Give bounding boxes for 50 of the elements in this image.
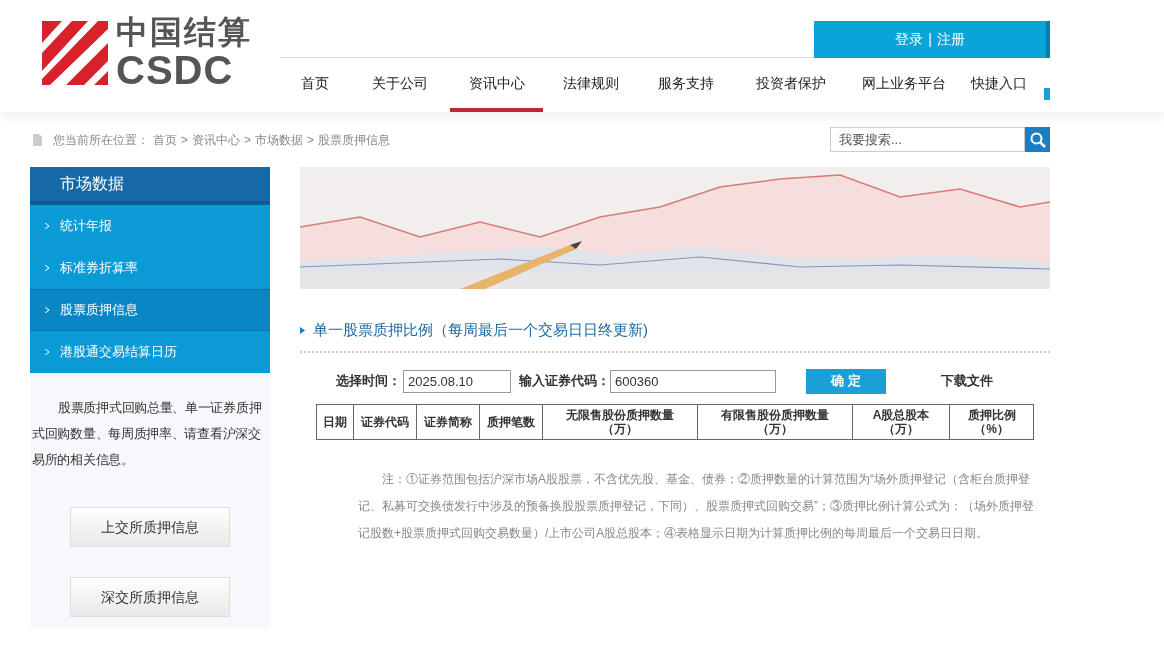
download-link[interactable]: 下载文件 — [941, 371, 993, 391]
chevron-icon — [45, 265, 49, 271]
field-label: 输入证券代码： — [519, 372, 610, 391]
search-field[interactable]: 我要搜索... — [830, 127, 1025, 152]
search-button[interactable] — [1025, 127, 1050, 152]
nav-tab[interactable]: 服务支持 — [638, 58, 733, 112]
arrow-icon — [300, 326, 305, 334]
breadcrumb-separator: > — [181, 131, 188, 149]
column-header: 质押比例（%） — [949, 404, 1034, 439]
date-field[interactable]: 2025.08.10 — [403, 369, 511, 393]
nav-tab[interactable]: 关于公司 — [350, 58, 450, 112]
separator: | — [928, 30, 932, 49]
column-header: A股总股本（万） — [852, 404, 950, 439]
logo-text: 中国结算 — [116, 16, 252, 48]
nav-tab[interactable]: 首页 — [280, 58, 350, 112]
column-header: 无限售股份质押数量（万） — [542, 404, 698, 439]
sidebar-item[interactable]: 股票质押信息 — [30, 289, 270, 331]
breadcrumb-link[interactable]: 资讯中心 — [192, 130, 240, 149]
page-icon — [32, 133, 43, 146]
breadcrumb-link[interactable]: 首页 — [153, 130, 177, 149]
chevron-icon — [45, 307, 49, 313]
section-title: 单一股票质押比例（每周最后一个交易日日终更新) — [313, 320, 648, 340]
nav-tab[interactable]: 快捷入口 — [959, 58, 1039, 112]
breadcrumb-link[interactable]: 股票质押信息 — [318, 130, 391, 149]
exchange-button[interactable]: 上交所质押信息 — [70, 507, 230, 547]
column-header: 证券简称 — [416, 404, 480, 439]
logo-icon — [42, 21, 108, 85]
column-header: 质押笔数 — [479, 404, 543, 439]
search-icon — [1029, 131, 1046, 148]
note-text: 注：①证券范围包括沪深市场A股股票，不含优先股、基金、债券；②质押数量的计算范围为“场外质押登记（含柜台质押登记、私募可交换债发行中涉及的预备换股股票质押登记，下同）、股票质押式回购交易”；③质押比例计算公式为：（场外质押登记股数+股票质押式回购交易数量）/上市公司A股总股本；④表格显示日期为计算质押比例的每周最后一个交易日日期。 — [358, 470, 1034, 542]
sidebar-title: 市场数据 — [30, 167, 270, 205]
field-label: 选择时间： — [336, 372, 401, 391]
breadcrumb-separator: > — [244, 131, 252, 149]
breadcrumb-label: 您当前所在位置： — [53, 131, 149, 149]
nav-tab[interactable]: 网上业务平台 — [849, 58, 959, 112]
column-header: 证券代码 — [353, 404, 417, 439]
breadcrumb-link[interactable]: 市场数据 — [255, 130, 304, 149]
code-field[interactable]: 600360 — [610, 369, 776, 393]
logo-text: CSDC — [116, 50, 235, 90]
nav-tab[interactable]: 法律规则 — [543, 58, 638, 112]
column-header: 有限售股份质押数量（万） — [697, 404, 853, 439]
chevron-icon — [45, 349, 49, 355]
nav-tab[interactable]: 投资者保护 — [733, 58, 849, 112]
sidebar-description: 股票质押式回购总量、单一证券质押式回购数量、每周质押率、请查看沪深交易所的相关信息。 — [31, 400, 263, 469]
bookmark-icon — [1044, 88, 1050, 100]
nav-tab[interactable]: 资讯中心 — [450, 58, 543, 112]
exchange-button[interactable]: 深交所质押信息 — [70, 577, 230, 617]
chevron-icon — [45, 223, 49, 229]
column-header: 日期 — [316, 404, 354, 439]
breadcrumb-separator: > — [307, 131, 315, 149]
